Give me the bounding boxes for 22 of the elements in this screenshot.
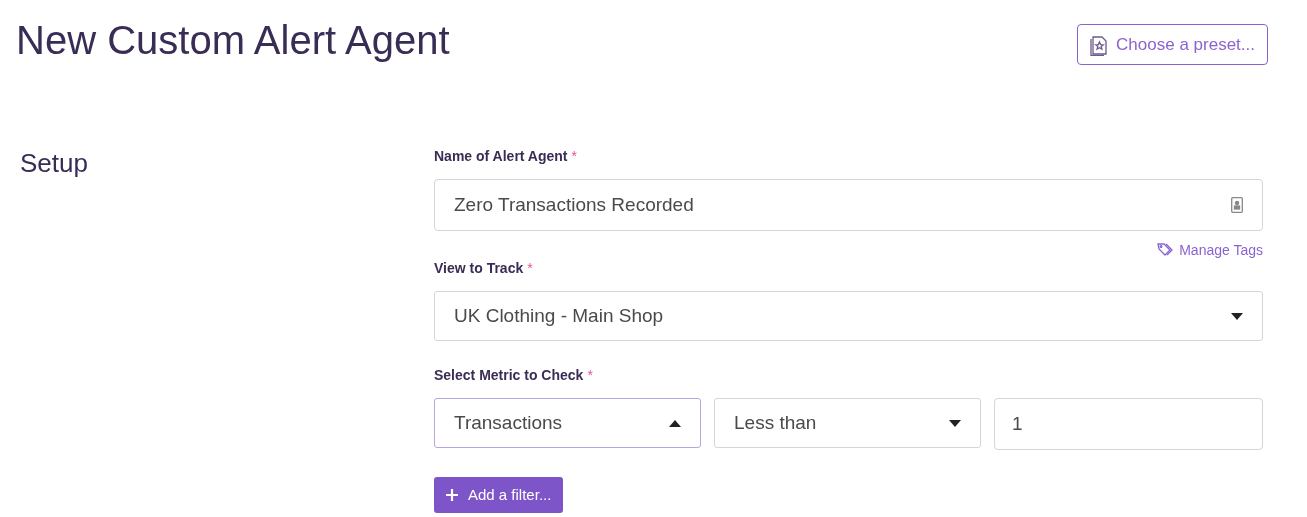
dropdown[interactable]: Less than bbox=[714, 398, 981, 448]
field-label: Select Metric to Check bbox=[434, 366, 584, 385]
required-mark: * bbox=[587, 366, 593, 385]
contact-card-icon bbox=[1231, 197, 1243, 213]
value-input-field[interactable]: 1 bbox=[994, 398, 1263, 450]
dropdown[interactable]: Transactions bbox=[434, 398, 701, 448]
required-mark: * bbox=[571, 147, 577, 166]
field-label: Name of Alert Agent bbox=[434, 147, 568, 166]
required-mark: * bbox=[527, 259, 533, 278]
manage-tags-link[interactable]: Manage Tags bbox=[1157, 242, 1263, 258]
dropdown[interactable]: UK Clothing - Main Shop bbox=[434, 291, 1263, 341]
add-filter-button[interactable]: Add a filter... bbox=[434, 477, 564, 513]
caret-down-icon bbox=[1231, 312, 1243, 320]
caret-down-icon bbox=[949, 419, 961, 427]
field-label: View to Track bbox=[434, 259, 524, 278]
name-input-field[interactable]: Zero Transactions Recorded bbox=[434, 179, 1263, 231]
page-title: New Custom Alert Agent bbox=[16, 17, 450, 64]
document-star-icon bbox=[1090, 33, 1109, 56]
choose-preset-button[interactable]: Choose a preset... bbox=[1077, 24, 1268, 65]
caret-up-icon bbox=[669, 419, 681, 427]
section-title: Setup bbox=[20, 147, 89, 180]
plus-icon bbox=[446, 489, 458, 501]
